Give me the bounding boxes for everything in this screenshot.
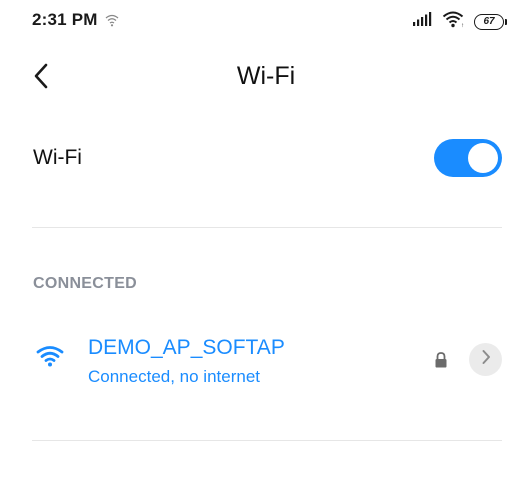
divider [32,440,502,441]
wifi-icon: ↑ [442,10,466,33]
divider [32,227,502,228]
chevron-right-icon [481,349,491,370]
battery-level: 67 [483,15,495,27]
lock-icon [433,351,449,369]
header: Wi-Fi [0,56,532,100]
signal-icon [412,11,434,32]
back-button[interactable] [24,60,60,96]
wifi-toggle-row: Wi-Fi [0,130,532,188]
page-title: Wi-Fi [236,62,296,90]
status-time: 2:31 PM [32,10,98,29]
network-ssid: DEMO_AP_SOFTAP [88,336,285,359]
wifi-small-icon [104,12,120,28]
network-details-button[interactable] [469,343,502,376]
status-bar: 2:31 PM ↑ 67 [0,0,532,44]
chevron-left-icon [33,63,51,94]
wifi-settings-screen: 2:31 PM ↑ 67 Wi-Fi Wi-Fi CONNECTED DEMO_… [0,0,532,480]
battery-icon: 67 [474,13,507,30]
connected-network-row[interactable]: DEMO_AP_SOFTAP Connected, no internet [0,325,532,395]
status-right-icons: ↑ 67 [412,10,507,33]
network-status: Connected, no internet [88,367,261,386]
wifi-signal-icon [36,345,64,367]
section-label-connected: CONNECTED [33,275,138,292]
toggle-knob [468,143,498,173]
svg-text:↑: ↑ [461,23,464,28]
wifi-toggle-switch[interactable] [434,139,502,177]
wifi-toggle-label: Wi-Fi [33,146,82,169]
